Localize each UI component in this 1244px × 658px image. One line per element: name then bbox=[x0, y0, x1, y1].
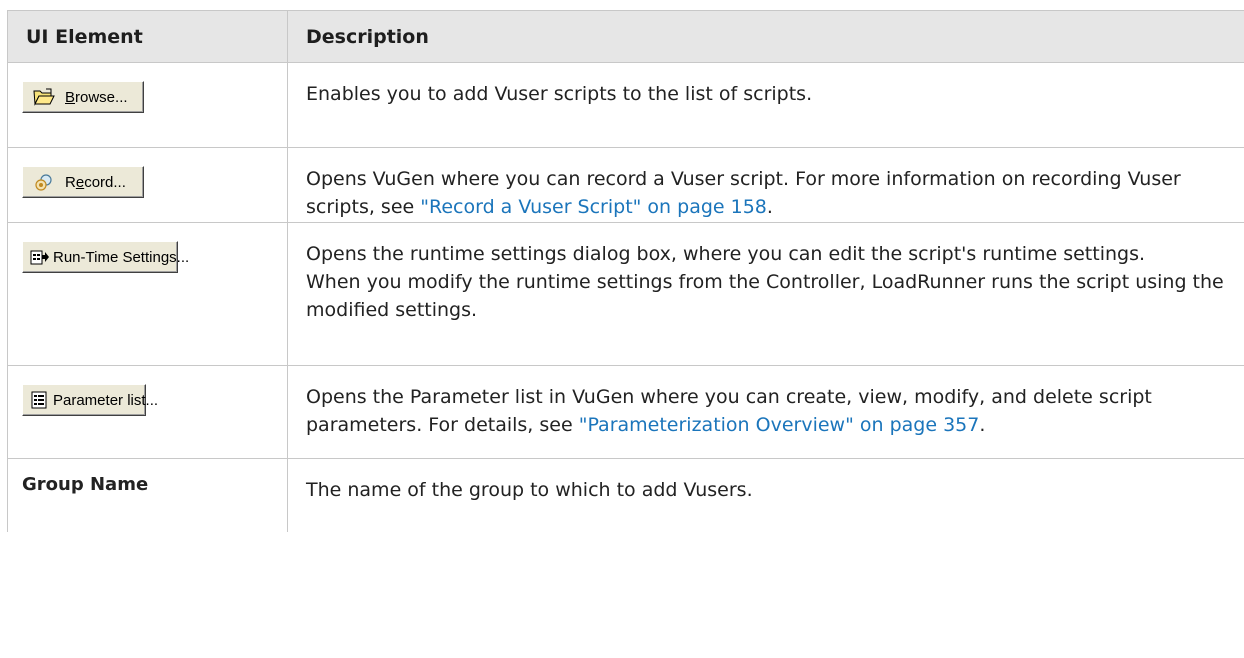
folder-open-icon bbox=[33, 88, 55, 106]
record-button-label: Record... bbox=[65, 173, 126, 191]
table-row: Group Name The name of the group to whic… bbox=[7, 458, 1244, 532]
header-description: Description bbox=[287, 10, 1244, 63]
ui-element-table: UI Element Description Browse... Enables… bbox=[7, 10, 1244, 532]
table-header-row: UI Element Description bbox=[7, 10, 1244, 63]
browse-button[interactable]: Browse... bbox=[22, 81, 144, 113]
runtime-settings-button-label: Run-Time Settings... bbox=[53, 248, 190, 266]
record-vuser-script-link[interactable]: "Record a Vuser Script" on page 158 bbox=[420, 196, 767, 218]
runtime-settings-description: Opens the runtime settings dialog box, w… bbox=[287, 222, 1244, 366]
browse-button-label: Browse... bbox=[65, 88, 128, 106]
parameter-list-description: Opens the Parameter list in VuGen where … bbox=[287, 365, 1244, 459]
browse-description: Enables you to add Vuser scripts to the … bbox=[287, 62, 1244, 148]
table-row: Record... Opens VuGen where you can reco… bbox=[7, 147, 1244, 223]
table-row: Browse... Enables you to add Vuser scrip… bbox=[7, 62, 1244, 148]
group-name-label: Group Name bbox=[22, 474, 149, 495]
parameterization-overview-link[interactable]: "Parameterization Overview" on page 357 bbox=[579, 414, 980, 436]
record-description: Opens VuGen where you can record a Vuser… bbox=[287, 147, 1244, 223]
table-row: Run-Time Settings... Opens the runtime s… bbox=[7, 222, 1244, 366]
header-ui-element: UI Element bbox=[7, 10, 288, 63]
parameter-list-button[interactable]: Parameter list... bbox=[22, 384, 158, 416]
runtime-settings-button[interactable]: Run-Time Settings... bbox=[22, 241, 189, 273]
parameter-list-icon bbox=[31, 391, 47, 409]
record-icon bbox=[35, 174, 52, 191]
group-name-description: The name of the group to which to add Vu… bbox=[287, 458, 1244, 532]
parameter-list-button-label: Parameter list... bbox=[53, 391, 159, 409]
runtime-settings-icon bbox=[30, 250, 49, 265]
record-button[interactable]: Record... bbox=[22, 166, 144, 198]
table-row: Parameter list... Opens the Parameter li… bbox=[7, 365, 1244, 459]
